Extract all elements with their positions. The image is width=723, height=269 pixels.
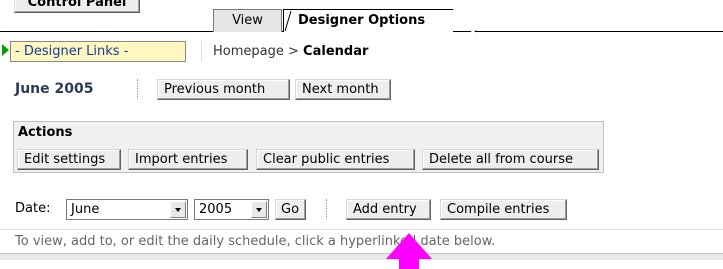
tab-designer-options-label: Designer Options	[298, 13, 426, 28]
tab-view-label: View	[232, 13, 263, 28]
compile-entries-label: Compile entries	[447, 202, 550, 217]
breadcrumb-home[interactable]: Homepage	[213, 44, 284, 59]
month-select[interactable]: June	[66, 199, 188, 220]
chevron-down-icon[interactable]	[251, 201, 267, 218]
previous-month-label: Previous month	[164, 82, 266, 97]
next-month-label: Next month	[302, 82, 379, 97]
clear-public-entries-label: Clear public entries	[263, 152, 390, 167]
actions-heading: Actions	[18, 125, 73, 140]
delete-all-label: Delete all from course	[429, 152, 574, 167]
designer-links-select[interactable]: - Designer Links -	[10, 41, 186, 62]
go-label: Go	[281, 202, 300, 217]
delete-all-button[interactable]: Delete all from course	[422, 149, 599, 170]
pointer-arrow-icon	[386, 233, 432, 269]
import-entries-button[interactable]: Import entries	[128, 149, 248, 170]
form-divider	[326, 199, 327, 219]
designer-links-label: - Designer Links -	[15, 44, 129, 59]
edit-settings-button[interactable]: Edit settings	[17, 149, 121, 170]
edit-settings-label: Edit settings	[24, 152, 106, 167]
play-arrow-icon	[2, 44, 9, 56]
tab-designer-options[interactable]: Designer Options	[283, 9, 453, 32]
month-select-value: June	[71, 202, 100, 217]
month-title-divider	[137, 79, 138, 99]
clear-public-entries-button[interactable]: Clear public entries	[256, 149, 415, 170]
breadcrumb: Homepage > Calendar	[213, 44, 368, 59]
control-panel-label: Control Panel	[27, 0, 127, 10]
tab-corner	[453, 9, 478, 33]
tab-view[interactable]: View	[213, 9, 282, 32]
previous-month-button[interactable]: Previous month	[157, 79, 290, 100]
go-button[interactable]: Go	[275, 199, 306, 220]
compile-entries-button[interactable]: Compile entries	[440, 199, 567, 220]
breadcrumb-sep: >	[288, 44, 299, 59]
chevron-down-icon[interactable]	[170, 201, 186, 218]
month-title: June 2005	[15, 81, 94, 97]
breadcrumb-separator-bar	[201, 41, 202, 62]
date-label: Date:	[15, 201, 51, 216]
breadcrumb-current: Calendar	[303, 44, 369, 59]
control-panel-button[interactable]: Control Panel	[14, 0, 140, 13]
add-entry-button[interactable]: Add entry	[346, 199, 431, 220]
year-select-value: 2005	[199, 202, 233, 217]
tab-left-notch	[284, 10, 292, 32]
add-entry-label: Add entry	[353, 202, 417, 217]
next-month-button[interactable]: Next month	[295, 79, 391, 100]
instructions-divider	[0, 229, 723, 230]
import-entries-label: Import entries	[135, 152, 228, 167]
year-select[interactable]: 2005	[194, 199, 269, 220]
